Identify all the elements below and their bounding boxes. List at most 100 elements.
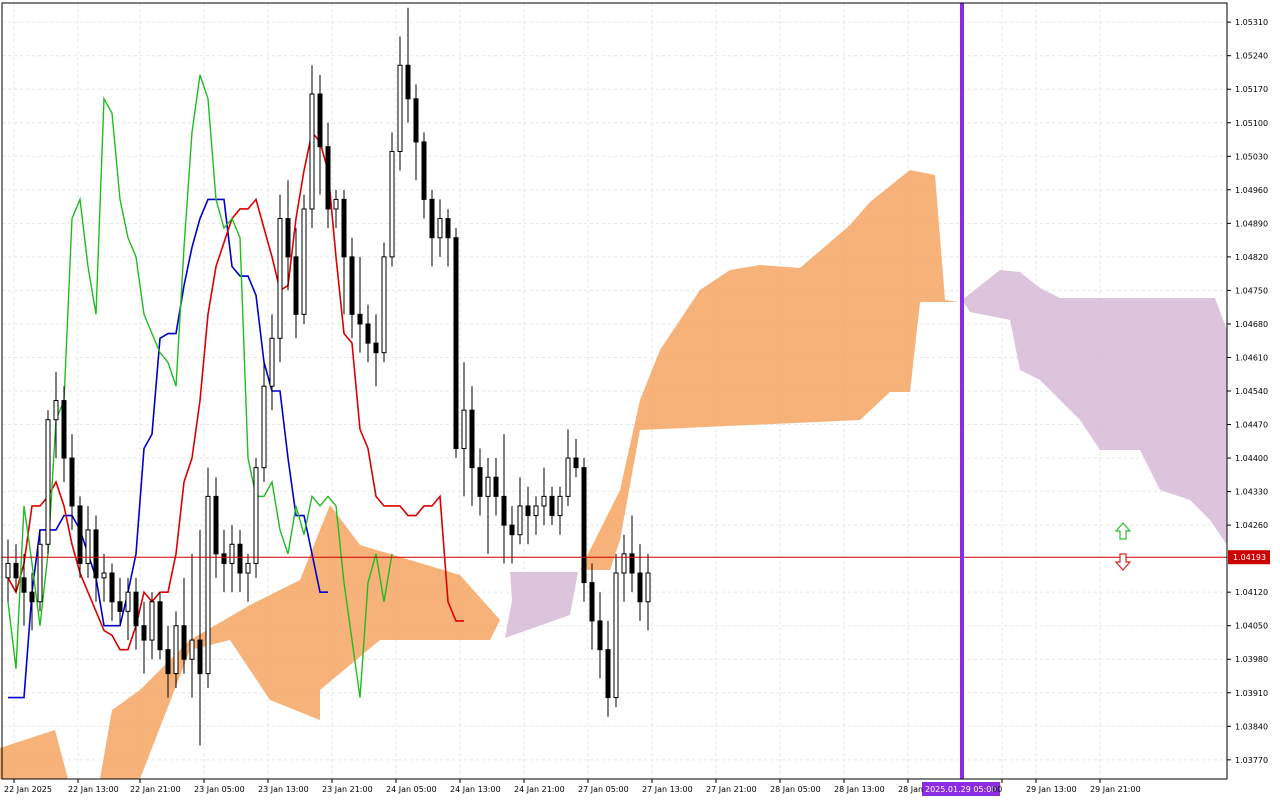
candle-body [349, 256, 355, 315]
candle-body [581, 467, 587, 584]
y-tick-label: 1.04680 [1235, 320, 1268, 329]
candle-body [277, 218, 283, 339]
y-tick-label: 1.04400 [1235, 454, 1268, 463]
candle-body [237, 543, 243, 574]
candle-body [461, 409, 467, 449]
y-tick-label: 1.04120 [1235, 588, 1268, 597]
y-tick-label: 1.03980 [1235, 655, 1268, 664]
x-tick-label: 28 Jan 05:00 [770, 785, 821, 794]
y-tick-label: 1.04820 [1235, 253, 1268, 262]
current-price-label: 1.04193 [1233, 553, 1266, 562]
candle-body [45, 419, 51, 545]
candle-body [645, 572, 651, 603]
candle-body [389, 150, 395, 258]
candle-body [445, 218, 451, 239]
candle-body [309, 93, 315, 210]
candle-body [557, 495, 563, 517]
candle-body [341, 198, 347, 258]
candle-body [365, 323, 371, 344]
y-tick-label: 1.03770 [1235, 756, 1268, 765]
y-tick-label: 1.04890 [1235, 219, 1268, 228]
x-tick-label: 24 Jan 13:00 [450, 785, 501, 794]
x-tick-label: 00 [992, 785, 1002, 794]
candle-body [285, 218, 291, 258]
candle-body [517, 505, 523, 536]
x-tick-label: 24 Jan 05:00 [386, 785, 437, 794]
y-tick-label: 1.03910 [1235, 689, 1268, 698]
y-tick-label: 1.04050 [1235, 622, 1268, 631]
candle-body [325, 146, 331, 210]
candle-body [69, 457, 75, 507]
candle-body [205, 495, 211, 675]
y-tick-label: 1.05310 [1235, 18, 1268, 27]
candle-body [381, 256, 387, 354]
x-tick-label: 22 Jan 13:00 [68, 785, 119, 794]
y-tick-label: 1.04750 [1235, 286, 1268, 295]
x-tick-label: 22 Jan 21:00 [130, 785, 181, 794]
candle-body [397, 64, 403, 152]
y-tick-label: 1.04260 [1235, 521, 1268, 530]
y-tick-label: 1.05240 [1235, 52, 1268, 61]
candle-body [13, 562, 19, 579]
candle-body [525, 505, 531, 517]
candle-body [85, 529, 91, 564]
candle-body [253, 467, 259, 564]
candle-body [533, 505, 539, 517]
candle-body [293, 256, 299, 315]
candle-body [413, 98, 419, 143]
candle-body [269, 337, 275, 387]
candle-body [21, 577, 27, 593]
x-tick-label: 23 Jan 05:00 [194, 785, 245, 794]
candle-body [189, 639, 195, 660]
candle-body [261, 385, 267, 469]
candle-body [5, 562, 11, 579]
candle-body [429, 198, 435, 239]
candle-body [317, 93, 323, 148]
candle-body [125, 591, 131, 612]
candle-body [301, 208, 307, 315]
candle-body [93, 529, 99, 579]
y-tick-label: 1.05170 [1235, 85, 1268, 94]
candle-body [29, 591, 35, 603]
candle-body [637, 572, 643, 603]
candle-body [165, 649, 171, 675]
candle-body [149, 601, 155, 641]
candle-body [541, 495, 547, 507]
candle-body [181, 625, 187, 660]
candle-body [117, 601, 123, 612]
candle-body [133, 591, 139, 627]
candle-body [109, 572, 115, 603]
y-tick-label: 1.05030 [1235, 152, 1268, 161]
candle-body [61, 400, 67, 459]
candle-body [37, 543, 43, 603]
candle-body [589, 582, 595, 622]
x-tick-label: 27 Jan 21:00 [706, 785, 757, 794]
candle-body [573, 457, 579, 469]
candle-body [141, 625, 147, 641]
candle-body [173, 625, 179, 675]
x-tick-label: 28 Jan [898, 785, 923, 794]
chart-root: 1.04193 2025.01.29 05:00 1.05310 1.05240 1.… [0, 0, 1280, 800]
x-tick-label: 29 Jan 21:00 [1090, 785, 1141, 794]
candle-body [229, 543, 235, 564]
candle-body [101, 572, 107, 579]
candle-body [509, 524, 515, 536]
y-tick-label: 1.04470 [1235, 421, 1268, 430]
x-tick-label: 27 Jan 13:00 [642, 785, 693, 794]
candle-body [549, 495, 555, 517]
candle-body [405, 64, 411, 100]
candle-body [613, 572, 619, 699]
candle-body [501, 495, 507, 526]
candle-body [453, 237, 459, 449]
y-tick-label: 1.04960 [1235, 186, 1268, 195]
x-tick-label: 27 Jan 05:00 [578, 785, 629, 794]
candle-body [333, 198, 339, 210]
candle-body [493, 476, 499, 497]
y-tick-label: 1.04540 [1235, 387, 1268, 396]
candle-body [421, 141, 427, 200]
candle-body [157, 601, 163, 651]
x-tick-label: 24 Jan 21:00 [514, 785, 565, 794]
candle-body [477, 467, 483, 497]
time-marker-label: 2025.01.29 05:00 [925, 785, 996, 794]
candle-body [373, 342, 379, 354]
